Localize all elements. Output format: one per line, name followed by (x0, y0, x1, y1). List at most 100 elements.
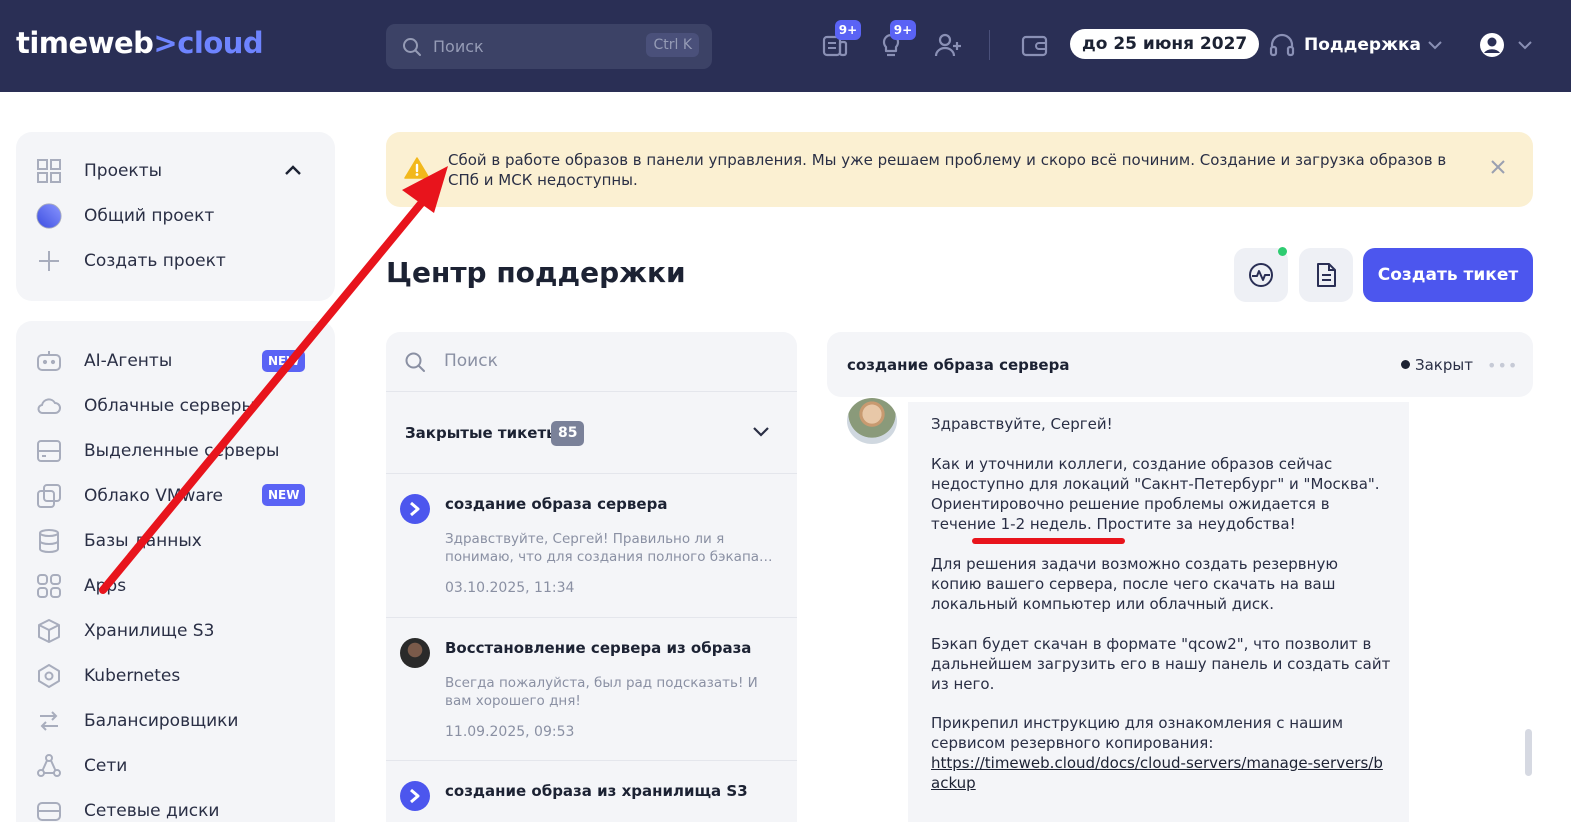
message-bubble: Здравствуйте, Сергей! Как и уточнили кол… (908, 402, 1409, 822)
agent-avatar (847, 398, 897, 444)
close-icon[interactable] (1489, 158, 1507, 176)
sidebar-item-label: Облачные серверы (84, 396, 255, 416)
search-shortcut: Ctrl K (646, 33, 699, 57)
status-indicator-dot (1278, 247, 1287, 256)
scrollbar-thumb[interactable] (1525, 729, 1532, 776)
search-icon (403, 38, 421, 56)
status-monitor-button[interactable] (1234, 248, 1288, 302)
sidebar-item-label: Облако VMware (84, 486, 223, 506)
balancer-icon (40, 711, 58, 731)
sidebar-item-label: Kubernetes (84, 666, 181, 686)
document-icon (1317, 263, 1336, 287)
ticket-search-placeholder: Поиск (444, 351, 498, 371)
database-icon (39, 529, 59, 553)
message-paragraph: Бэкап будет скачан в формате "qcow2", чт… (931, 635, 1391, 693)
kubernetes-icon (38, 664, 60, 688)
ticket-item[interactable]: создание образа сервера Здравствуйте, Се… (386, 474, 797, 618)
sidebar-item-general-project[interactable]: Общий проект (36, 201, 214, 231)
disk-icon (37, 802, 61, 821)
sidebar-item-networks[interactable]: Сети (36, 751, 127, 781)
message-paragraph: Как и уточнили коллеги, создание образов… (931, 455, 1380, 533)
logo[interactable]: timeweb>cloud (16, 26, 264, 60)
robot-icon (37, 351, 61, 371)
status-label: Закрыт (1415, 356, 1473, 374)
ticket-item[interactable]: Восстановление сервера из образа Всегда … (386, 618, 797, 761)
ticket-status: Закрыт (1401, 356, 1473, 374)
sidebar-item-label: AI-Агенты (84, 351, 173, 371)
projects-header[interactable]: Проекты (36, 156, 162, 186)
page-title: Центр поддержки (386, 256, 686, 289)
conversation-title: создание образа сервера (847, 356, 1070, 374)
ticket-title: создание образа сервера (445, 495, 668, 513)
headset-icon (1269, 33, 1295, 57)
ticket-filter-dropdown[interactable]: Закрытые тикеты 85 (386, 392, 797, 474)
incident-alert: Сбой в работе образов в панели управлени… (386, 132, 1533, 207)
global-search-input[interactable]: Поиск Ctrl K (386, 24, 712, 69)
ticket-search-input[interactable]: Поиск (386, 332, 797, 392)
sidebar-item-label: Выделенные серверы (84, 441, 280, 461)
project-avatar-icon (36, 203, 62, 229)
server-icon (37, 440, 61, 462)
alert-text: Сбой в работе образов в панели управлени… (448, 151, 1447, 189)
message-link-wrap: https://timeweb.cloud/docs/cloud-servers… (931, 753, 1391, 793)
ticket-date: 11.09.2025, 09:53 (445, 724, 575, 740)
sidebar-item-balancers[interactable]: Балансировщики (36, 706, 238, 736)
sidebar-item-dedicated-servers[interactable]: Выделенные серверы (36, 436, 279, 466)
sidebar-item-s3-storage[interactable]: Хранилище S3 (36, 616, 214, 646)
create-ticket-button[interactable]: Создать тикет (1363, 248, 1533, 302)
message-paragraph: Прикрепил инструкцию для ознакомления с … (931, 714, 1344, 752)
ticket-title: создание образа из хранилища S3 (445, 782, 748, 800)
balance-date[interactable]: до 25 июня 2027 (1070, 29, 1260, 59)
warning-icon (404, 157, 430, 179)
ticket-snippet: Здравствуйте, Сергей! Правильно ли я пон… (445, 531, 773, 565)
support-label: Поддержка (1304, 35, 1421, 55)
sidebar-item-label: Базы данных (84, 531, 202, 551)
more-options-icon[interactable]: ••• (1487, 356, 1518, 375)
sidebar-item-label: Балансировщики (84, 711, 239, 731)
ticket-snippet: Всегда пожалуйста, был рад подсказать! И… (445, 675, 758, 709)
ideas-badge: 9+ (890, 20, 916, 40)
projects-title: Проекты (84, 161, 163, 181)
support-menu[interactable]: Поддержка (1268, 30, 1443, 60)
invite-user-button[interactable] (933, 30, 963, 60)
sidebar-item-create-project[interactable]: Создать проект (36, 246, 226, 276)
ticket-item[interactable]: создание образа из хранилища S3 (386, 761, 797, 822)
top-header: timeweb>cloud Поиск Ctrl K 9+ 9+ до 25 и… (0, 0, 1571, 92)
ticket-list-panel: Поиск Закрытые тикеты 85 создание образа… (386, 332, 797, 822)
cloud-icon (37, 398, 61, 414)
sidebar-item-ai-agents[interactable]: AI-Агенты (36, 346, 172, 376)
notifications-badge: 9+ (835, 20, 861, 40)
user-avatar-icon (1480, 33, 1532, 57)
logo-text: timeweb (16, 26, 154, 60)
status-dot (1401, 360, 1410, 369)
conversation-header: создание образа сервера Закрыт ••• (827, 332, 1533, 397)
ticket-title: Восстановление сервера из образа (445, 639, 752, 657)
new-badge: NEW (262, 350, 306, 372)
sidebar-item-label: Хранилище S3 (84, 621, 215, 641)
ticket-arrow-icon (400, 494, 430, 524)
user-menu[interactable] (1479, 31, 1535, 63)
documents-button[interactable] (1299, 248, 1353, 302)
pulse-icon (1249, 263, 1273, 287)
ticket-count-badge: 85 (551, 421, 585, 446)
sidebar-item-vmware[interactable]: Облако VMware (36, 481, 223, 511)
add-user-icon (934, 33, 961, 57)
vmware-icon (37, 484, 61, 508)
sidebar-item-kubernetes[interactable]: Kubernetes (36, 661, 180, 691)
chevron-up-icon[interactable] (282, 162, 304, 178)
sidebar-item-label: Сетевые диски (84, 801, 220, 821)
sidebar-item-databases[interactable]: Базы данных (36, 526, 202, 556)
network-icon (37, 754, 61, 777)
backup-docs-link[interactable]: https://timeweb.cloud/docs/cloud-servers… (931, 754, 1383, 792)
filter-label: Закрытые тикеты (405, 424, 560, 442)
annotation-underline (972, 538, 1125, 544)
ticket-date: 03.10.2025, 11:34 (445, 580, 575, 596)
search-placeholder: Поиск (433, 37, 484, 56)
sidebar-item-apps[interactable]: Apps (36, 571, 126, 601)
header-divider (989, 30, 990, 60)
search-icon (405, 352, 425, 372)
chevron-down-icon (1428, 41, 1442, 50)
sidebar-item-cloud-servers[interactable]: Облачные серверы (36, 391, 255, 421)
wallet-button[interactable] (1020, 30, 1050, 60)
sidebar-item-network-disks[interactable]: Сетевые диски (36, 796, 219, 822)
